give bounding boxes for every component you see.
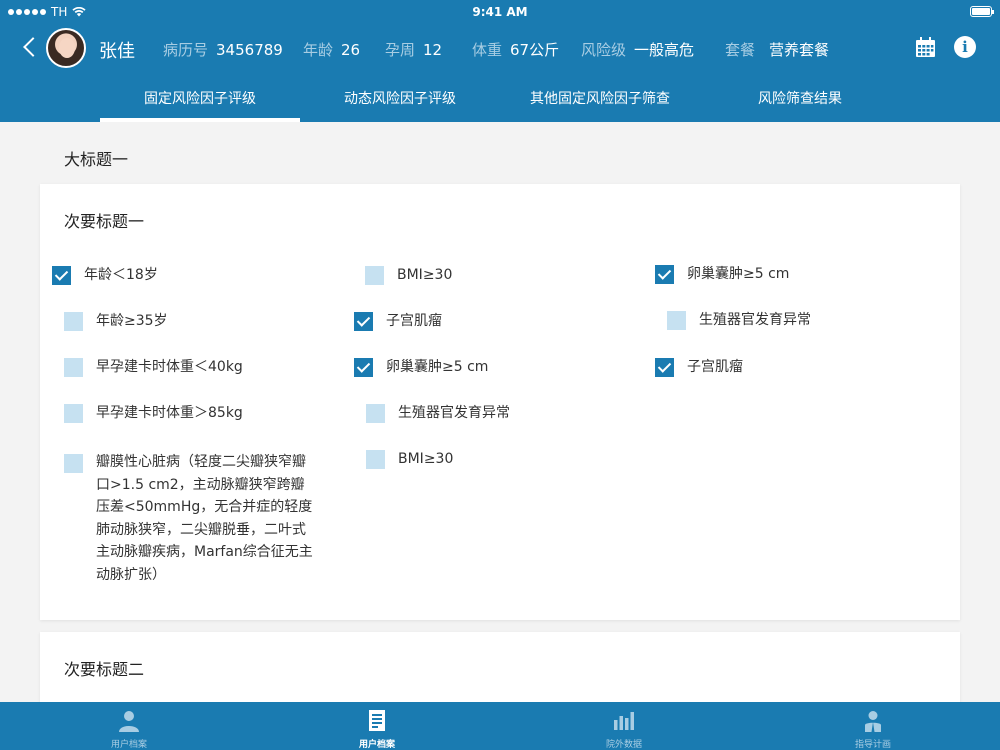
risk-factor-card: 次要标题一 年龄＜18岁 BMI≥30 卵巢囊肿≥5 cm 年龄≥35岁 子宫肌… bbox=[40, 184, 960, 620]
option-valvular-heart-disease[interactable]: 瓣膜性心脏病（轻度二尖瓣狭窄瓣口>1.5 cm2，主动脉瓣狭窄跨瓣压差<50mm… bbox=[64, 454, 318, 586]
document-icon bbox=[369, 710, 385, 731]
checkbox[interactable] bbox=[366, 450, 385, 469]
age: 年龄 26 bbox=[303, 41, 361, 59]
tab-bar: 固定风险因子评级 动态风险因子评级 其他固定风险因子筛查 风险筛查结果 bbox=[0, 80, 1000, 122]
option-weight-over-85[interactable]: 早孕建卡时体重＞85kg bbox=[64, 404, 243, 423]
bottom-tab-bar: 用户档案 用户档案 院外数据 指导计画 bbox=[0, 702, 1000, 750]
status-bar: TH 9:41 AM bbox=[0, 0, 1000, 24]
package: 套餐 营养套餐 bbox=[725, 41, 830, 59]
person-icon bbox=[119, 711, 139, 732]
tab-other-fixed-risk[interactable]: 其他固定风险因子筛查 bbox=[500, 80, 700, 122]
option-ovarian-cyst[interactable]: 卵巢囊肿≥5 cm bbox=[655, 265, 789, 284]
bar-chart-icon bbox=[614, 712, 634, 730]
option-genital-abnormality[interactable]: 生殖器官发育异常 bbox=[667, 311, 811, 330]
header: TH 9:41 AM 张佳 病历号 3456789 年龄 26 孕周 12 体重 67公… bbox=[0, 0, 1000, 122]
checkbox[interactable] bbox=[64, 312, 83, 331]
gestational-week: 孕周 12 bbox=[385, 41, 443, 59]
checkbox[interactable] bbox=[64, 358, 83, 377]
tab-fixed-risk[interactable]: 固定风险因子评级 bbox=[100, 80, 300, 122]
option-age-over-35[interactable]: 年龄≥35岁 bbox=[64, 312, 168, 331]
doctor-icon bbox=[865, 711, 881, 732]
tab-screening-result[interactable]: 风险筛查结果 bbox=[700, 80, 900, 122]
checkbox[interactable] bbox=[365, 266, 384, 285]
checkbox[interactable] bbox=[655, 358, 674, 377]
bottom-tab-user-profile[interactable]: 用户档案 bbox=[4, 702, 254, 750]
option-uterine-fibroid[interactable]: 子宫肌瘤 bbox=[354, 312, 442, 331]
card-title: 次要标题二 bbox=[64, 660, 145, 679]
bottom-tab-guidance-plan[interactable]: 指导计画 bbox=[748, 702, 998, 750]
option-bmi-30-2[interactable]: BMI≥30 bbox=[366, 450, 453, 469]
checkbox[interactable] bbox=[354, 312, 373, 331]
checkbox[interactable] bbox=[64, 404, 83, 423]
checkbox[interactable] bbox=[354, 358, 373, 377]
checkbox[interactable] bbox=[667, 311, 686, 330]
avatar bbox=[46, 28, 86, 68]
weight: 体重 67公斤 bbox=[472, 41, 560, 59]
option-bmi-30[interactable]: BMI≥30 bbox=[365, 266, 452, 285]
option-age-under-18[interactable]: 年龄＜18岁 bbox=[52, 266, 158, 285]
calendar-icon[interactable] bbox=[916, 37, 935, 57]
checkbox[interactable] bbox=[64, 454, 83, 473]
risk-level: 风险级 一般高危 bbox=[581, 41, 695, 59]
secondary-card: 次要标题二 bbox=[40, 632, 960, 712]
patient-info-bar: 张佳 病历号 3456789 年龄 26 孕周 12 体重 67公斤 风险级 一般高危 套… bbox=[0, 28, 1000, 68]
patient-name: 张佳 bbox=[99, 41, 135, 62]
record-number: 病历号 3456789 bbox=[163, 41, 283, 59]
back-icon[interactable] bbox=[22, 36, 36, 58]
checkbox[interactable] bbox=[366, 404, 385, 423]
option-genital-abnormality-2[interactable]: 生殖器官发育异常 bbox=[366, 404, 510, 423]
option-ovarian-cyst-2[interactable]: 卵巢囊肿≥5 cm bbox=[354, 358, 488, 377]
info-icon[interactable]: i bbox=[954, 36, 976, 58]
bottom-tab-external-data[interactable]: 院外数据 bbox=[499, 702, 749, 750]
option-weight-under-40[interactable]: 早孕建卡时体重＜40kg bbox=[64, 358, 243, 377]
tab-dynamic-risk[interactable]: 动态风险因子评级 bbox=[300, 80, 500, 122]
checkbox[interactable] bbox=[655, 265, 674, 284]
section-title: 大标题一 bbox=[64, 150, 129, 169]
status-time: 9:41 AM bbox=[472, 5, 528, 19]
checkbox[interactable] bbox=[52, 266, 71, 285]
option-uterine-fibroid-2[interactable]: 子宫肌瘤 bbox=[655, 358, 743, 377]
battery-icon bbox=[970, 6, 994, 17]
card-title: 次要标题一 bbox=[64, 212, 145, 231]
bottom-tab-user-records[interactable]: 用户档案 bbox=[252, 702, 502, 750]
